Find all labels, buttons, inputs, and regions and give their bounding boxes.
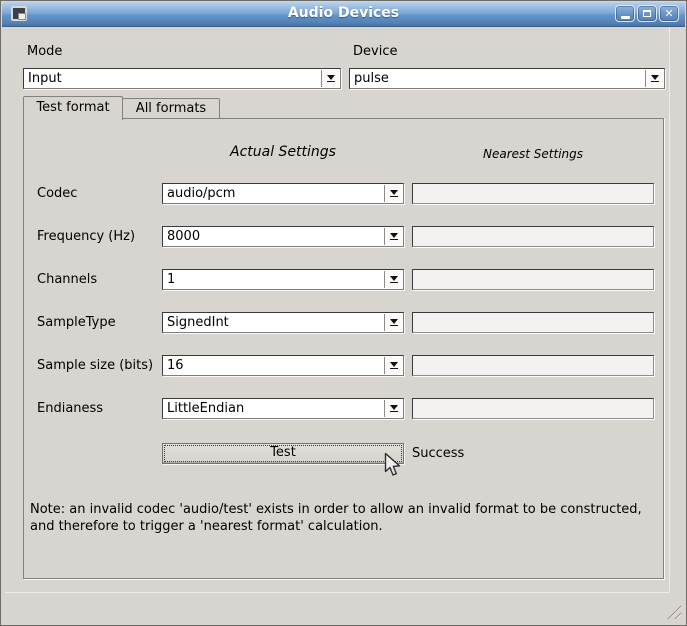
dropdown-arrow-bar (390, 368, 398, 369)
dropdown-arrow-icon (390, 319, 398, 324)
endianess-dropdown-button[interactable] (384, 400, 402, 417)
sampletype-select[interactable]: SignedInt (162, 312, 404, 333)
codec-value: audio/pcm (167, 186, 235, 201)
nearest-settings-header: Nearest Settings (412, 147, 654, 161)
maximize-icon (643, 10, 651, 17)
test-format-panel: Actual Settings Nearest Settings Codec a… (23, 118, 664, 579)
sampletype-dropdown-button[interactable] (384, 314, 402, 331)
dropdown-arrow-bar (390, 239, 398, 240)
test-button[interactable]: Test (162, 443, 404, 464)
tab-test-format[interactable]: Test format (23, 96, 123, 120)
channels-select[interactable]: 1 (162, 269, 404, 290)
mode-label: Mode (27, 44, 62, 59)
dropdown-arrow-icon (390, 362, 398, 367)
frequency-select[interactable]: 8000 (162, 226, 404, 247)
channels-dropdown-button[interactable] (384, 271, 402, 288)
dropdown-arrow-icon (390, 233, 398, 238)
status-text: Success (412, 446, 464, 461)
frequency-nearest-field (412, 226, 654, 247)
dropdown-arrow-bar (390, 196, 398, 197)
codec-select[interactable]: audio/pcm (162, 183, 404, 204)
note-line-2: and therefore to trigger a 'nearest form… (30, 518, 658, 535)
codec-dropdown-button[interactable] (384, 185, 402, 202)
dropdown-arrow-icon (390, 405, 398, 410)
endianess-value: LittleEndian (167, 401, 244, 416)
dropdown-arrow-bar (390, 411, 398, 412)
samplesize-nearest-field (412, 355, 654, 376)
close-icon: ✕ (664, 8, 673, 19)
audio-devices-window: Audio Devices ✕ Mode Input Device pulse (0, 0, 687, 626)
device-value: pulse (354, 71, 389, 86)
device-dropdown-button[interactable] (645, 70, 663, 87)
minimize-icon (621, 16, 630, 19)
resize-grip[interactable] (667, 605, 681, 619)
endianess-select[interactable]: LittleEndian (162, 398, 404, 419)
sampletype-value: SignedInt (167, 315, 229, 330)
frequency-label: Frequency (Hz) (37, 229, 135, 244)
dropdown-arrow-icon (327, 75, 335, 80)
device-label: Device (353, 44, 397, 59)
close-button[interactable]: ✕ (659, 5, 679, 22)
titlebar[interactable]: Audio Devices ✕ (2, 2, 685, 27)
device-select[interactable]: pulse (349, 68, 665, 89)
frequency-value: 8000 (167, 229, 200, 244)
channels-nearest-field (412, 269, 654, 290)
dropdown-arrow-bar (327, 81, 335, 82)
mode-dropdown-button[interactable] (321, 70, 339, 87)
dropdown-arrow-bar (390, 282, 398, 283)
dropdown-arrow-bar (390, 325, 398, 326)
dropdown-arrow-bar (651, 81, 659, 82)
window-title: Audio Devices (2, 5, 685, 21)
dropdown-arrow-icon (390, 190, 398, 195)
note-line-1: Note: an invalid codec 'audio/test' exis… (30, 501, 658, 518)
minimize-button[interactable] (615, 5, 635, 22)
frequency-dropdown-button[interactable] (384, 228, 402, 245)
dropdown-arrow-icon (651, 75, 659, 80)
endianess-nearest-field (412, 398, 654, 419)
sampletype-nearest-field (412, 312, 654, 333)
note-text: Note: an invalid codec 'audio/test' exis… (30, 501, 658, 535)
samplesize-select[interactable]: 16 (162, 355, 404, 376)
endianess-label: Endianess (37, 401, 103, 416)
sampletype-label: SampleType (37, 315, 116, 330)
mode-select[interactable]: Input (23, 68, 341, 89)
codec-nearest-field (412, 183, 654, 204)
mode-value: Input (28, 71, 62, 86)
samplesize-dropdown-button[interactable] (384, 357, 402, 374)
maximize-button[interactable] (637, 5, 657, 22)
codec-label: Codec (37, 186, 77, 201)
actual-settings-header: Actual Settings (162, 144, 404, 160)
samplesize-value: 16 (167, 358, 184, 373)
samplesize-label: Sample size (bits) (37, 358, 153, 373)
tab-all-formats[interactable]: All formats (123, 98, 220, 118)
channels-value: 1 (167, 272, 175, 287)
dropdown-arrow-icon (390, 276, 398, 281)
channels-label: Channels (37, 272, 97, 287)
window-controls: ✕ (615, 5, 679, 22)
